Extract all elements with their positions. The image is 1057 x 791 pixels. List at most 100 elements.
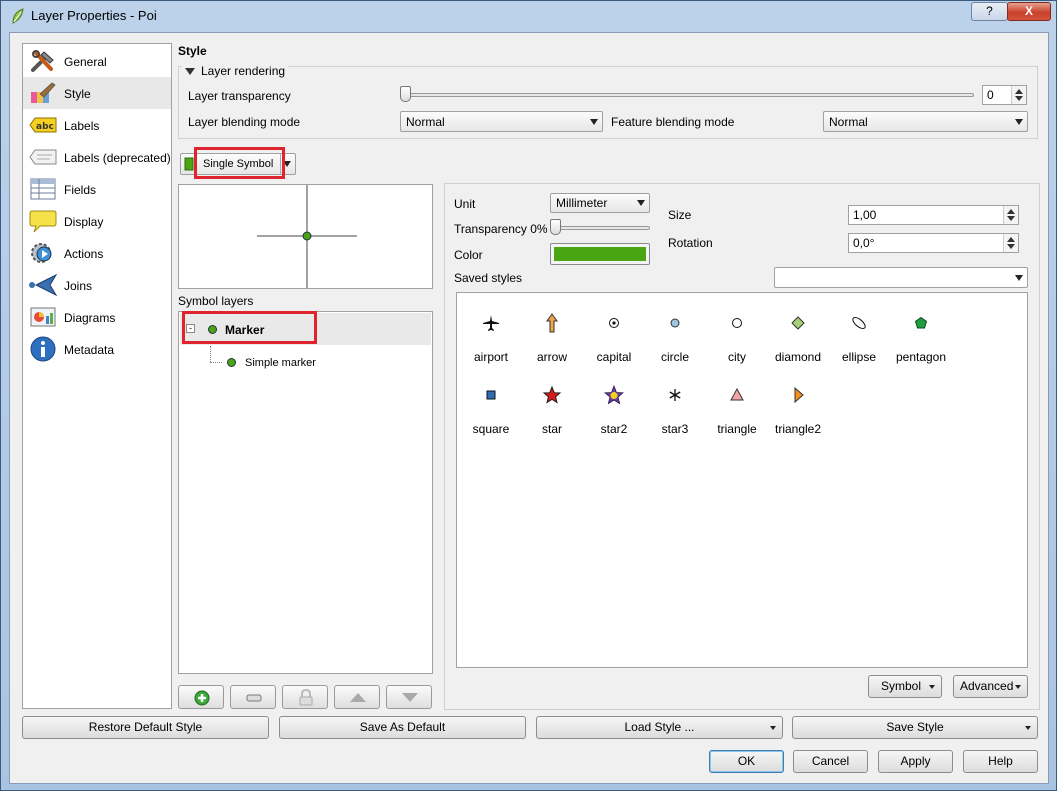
move-up-button[interactable] [334, 685, 380, 709]
symbol-layers-label: Symbol layers [178, 294, 254, 308]
rotation-value: 0,0° [853, 236, 875, 250]
gallery-item-pentagon[interactable]: pentagon [890, 293, 952, 364]
spin-arrows-icon[interactable] [1011, 86, 1026, 104]
gallery-label: city [728, 350, 746, 364]
unit-combo[interactable]: Millimeter [550, 193, 650, 213]
unit-label: Unit [454, 197, 476, 211]
ok-button[interactable]: OK [709, 750, 784, 773]
paintbrush-icon [31, 82, 56, 103]
layer-properties-window: Layer Properties - Poi ? X General Style… [0, 0, 1057, 791]
help-button[interactable]: Help [963, 750, 1038, 773]
qgis-leaf-icon [12, 8, 24, 24]
gallery-item-star[interactable]: star [521, 365, 583, 436]
gallery-label: arrow [536, 350, 567, 364]
gallery-item-capital[interactable]: capital [583, 293, 645, 364]
highlight-renderer-box [194, 147, 285, 179]
symbol-transparency-slider[interactable] [552, 226, 650, 230]
rotation-spinbox[interactable]: 0,0° [848, 233, 1019, 253]
symbol-transparency-label: Transparency 0% [454, 222, 548, 236]
tree-simple-marker-label: Simple marker [245, 357, 316, 369]
size-spinbox[interactable]: 1,00 [848, 205, 1019, 225]
sidebar-item-display[interactable]: Display [23, 205, 171, 237]
layer-transparency-slider-thumb[interactable] [400, 86, 411, 102]
gallery-item-ellipse[interactable]: ellipse [828, 293, 890, 364]
feature-blending-label: Feature blending mode [611, 115, 735, 129]
symbol-transparency-slider-thumb[interactable] [550, 219, 561, 235]
sidebar-item-diagrams[interactable]: Diagrams [23, 301, 171, 333]
diamond-icon [791, 316, 805, 330]
rotation-label: Rotation [668, 236, 713, 250]
gallery-item-star3[interactable]: star3 [644, 365, 706, 436]
lock-icon [299, 689, 313, 706]
layer-rendering-toggle[interactable]: Layer rendering [182, 64, 289, 78]
gallery-item-triangle[interactable]: triangle [706, 365, 768, 436]
gallery-item-arrow[interactable]: arrow [521, 293, 583, 364]
sidebar-item-labels-deprecated[interactable]: Labels (deprecated) [23, 141, 171, 173]
advanced-menu-button[interactable]: Advanced [953, 675, 1028, 698]
gallery-label: star3 [661, 422, 689, 436]
sidebar-item-general[interactable]: General [23, 45, 171, 77]
pentagon-icon [914, 316, 928, 329]
gear-play-icon [31, 243, 52, 263]
gallery-item-triangle2[interactable]: triangle2 [767, 365, 829, 436]
layer-transparency-slider[interactable] [402, 93, 974, 97]
sidebar-label-diagrams: Diagrams [64, 311, 116, 325]
save-as-default-button[interactable]: Save As Default [279, 716, 526, 739]
sidebar-label-labels: Labels [64, 119, 100, 133]
dialog-client-area: General Style abc Labels Labels (depreca… [9, 32, 1049, 784]
sidebar-item-fields[interactable]: Fields [23, 173, 171, 205]
unit-value: Millimeter [556, 196, 608, 210]
title-bar: Layer Properties - Poi ? X [1, 1, 1056, 31]
move-down-button[interactable] [386, 685, 432, 709]
lock-layer-button[interactable] [282, 685, 328, 709]
gallery-label: airport [473, 350, 508, 364]
gallery-item-diamond[interactable]: diamond [767, 293, 829, 364]
color-button[interactable] [550, 243, 650, 265]
dropdown-arrow-icon [1015, 119, 1023, 125]
add-layer-button[interactable] [178, 685, 224, 709]
layer-transparency-spinbox[interactable]: 0 [982, 85, 1027, 105]
tree-row-simple-marker[interactable]: Simple marker [223, 353, 373, 373]
collapse-triangle-icon [185, 68, 195, 76]
restore-default-style-button[interactable]: Restore Default Style [22, 716, 269, 739]
dropdown-arrow-icon [637, 200, 645, 206]
sidebar-item-actions[interactable]: Actions [23, 237, 171, 269]
help-title-button[interactable]: ? [971, 2, 1008, 21]
apply-button[interactable]: Apply [878, 750, 953, 773]
highlight-marker-box [182, 311, 317, 344]
cancel-button[interactable]: Cancel [793, 750, 868, 773]
feature-blending-combo[interactable]: Normal [823, 111, 1028, 132]
gallery-label: star2 [600, 422, 628, 436]
sidebar-item-labels[interactable]: abc Labels [23, 109, 171, 141]
airplane-icon [483, 315, 499, 331]
sidebar-item-joins[interactable]: Joins [23, 269, 171, 301]
gallery-item-airport[interactable]: airport [460, 293, 522, 364]
abc-label-icon: abc [29, 117, 57, 133]
gallery-label: pentagon [895, 350, 947, 364]
gallery-item-circle[interactable]: circle [644, 293, 706, 364]
saved-styles-combo[interactable] [774, 267, 1028, 288]
sidebar-item-metadata[interactable]: Metadata [23, 333, 171, 365]
arrow-down-icon [402, 693, 418, 702]
symbol-button-label: Symbol [881, 679, 922, 693]
gallery-item-city[interactable]: city [706, 293, 768, 364]
dropdown-arrow-icon [1025, 726, 1031, 730]
spin-arrows-icon[interactable] [1003, 234, 1018, 252]
spin-arrows-icon[interactable] [1003, 206, 1018, 224]
sidebar-item-style[interactable]: Style [23, 77, 171, 109]
gallery-label: capital [596, 350, 632, 364]
save-style-button[interactable]: Save Style [792, 716, 1038, 739]
simple-marker-dot-icon [227, 358, 236, 367]
load-style-button[interactable]: Load Style ... [536, 716, 783, 739]
sidebar-label-fields: Fields [64, 183, 97, 197]
arrow-up-icon [546, 313, 558, 333]
gallery-item-star2[interactable]: star2 [583, 365, 645, 436]
ellipse-icon [852, 316, 866, 330]
close-window-button[interactable]: X [1007, 2, 1051, 21]
symbol-menu-button[interactable]: Symbol [868, 675, 942, 698]
gallery-item-square[interactable]: square [460, 365, 522, 436]
remove-layer-button[interactable] [230, 685, 276, 709]
layer-blending-combo[interactable]: Normal [400, 111, 603, 132]
dropdown-arrow-icon [929, 685, 935, 689]
info-icon [30, 336, 56, 362]
